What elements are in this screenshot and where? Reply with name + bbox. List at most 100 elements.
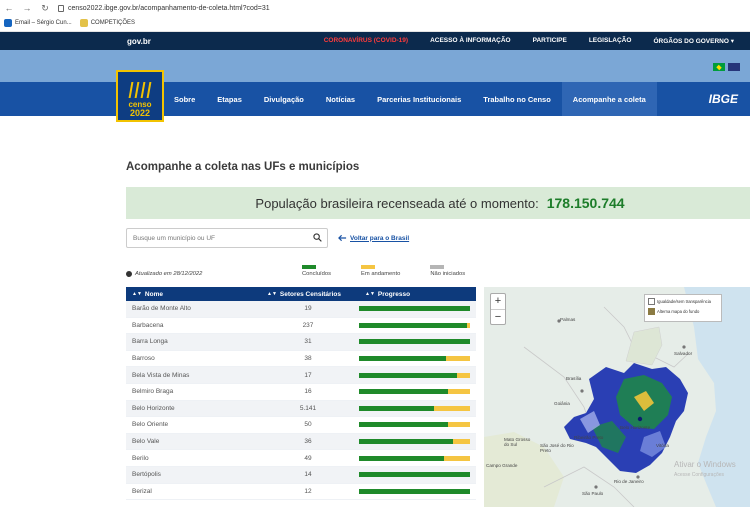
windows-activation-watermark: Ativar o Windows Acesse Configurações — [674, 460, 736, 478]
map-label-ribeirao-preto: Ribeirão Preto — [574, 435, 604, 440]
bookmark-email[interactable]: Email – Sérgio Cun... — [4, 19, 72, 27]
uk-flag-icon[interactable] — [728, 63, 740, 71]
sector-count: 17 — [304, 371, 312, 379]
basemap-thumbnail-icon[interactable] — [648, 308, 655, 315]
table-row[interactable]: Belo Vale 36 — [126, 433, 476, 451]
table-row[interactable]: Barroso 38 — [126, 351, 476, 368]
legend-swatch-concluidos — [302, 265, 316, 269]
table-header: ▲▼ Nome ▲▼ Setores Censitários ▲▼ Progresso — [126, 287, 476, 301]
covid-link[interactable]: CORONAVÍRUS (COVID-19) — [324, 37, 408, 45]
progress-cell — [357, 356, 476, 362]
brazil-flag-icon[interactable] — [713, 63, 725, 71]
nav-divulgacao[interactable]: Divulgação — [253, 82, 315, 116]
censo-logo[interactable]: censo 2022 — [116, 70, 164, 122]
map-label-sao-jose-do-rio-preto: São José do Rio Preto — [540, 443, 574, 453]
municipality-name: Barbacena — [132, 321, 164, 329]
sector-count: 38 — [304, 355, 312, 363]
progress-bar — [359, 339, 470, 345]
legislacao-link[interactable]: LEGISLAÇÃO — [589, 37, 632, 45]
map-label-campo-grande: Campo Grande — [486, 463, 518, 468]
table-row[interactable]: Barra Longa 31 — [126, 334, 476, 351]
lock-icon — [58, 4, 64, 12]
progress-cell — [357, 439, 476, 445]
legend-concluidos: Concluídos — [302, 265, 331, 277]
legend-swatch-em-andamento — [361, 265, 376, 269]
progress-bar — [359, 372, 470, 378]
legend-swatch-nao-iniciados — [430, 265, 445, 269]
progress-cell — [357, 405, 476, 411]
progress-bar — [359, 439, 470, 445]
map-label-belo-horizonte: Belo Horizonte — [620, 425, 651, 430]
search-input[interactable] — [133, 234, 311, 242]
access-info-link[interactable]: ACESSO À INFORMAÇÃO — [430, 37, 511, 45]
back-to-brazil-link[interactable]: Voltar para o Brasil — [338, 234, 409, 242]
progress-bar — [359, 306, 470, 312]
table-row[interactable]: Barão de Monte Alto 19 — [126, 301, 476, 318]
updated-date: Atualizado em 28/12/2022 — [126, 271, 202, 277]
progress-done — [359, 472, 470, 478]
progress-bar — [359, 389, 470, 395]
reload-icon[interactable]: ↻ — [40, 3, 50, 14]
sort-name-header[interactable]: ▲▼ Nome — [126, 291, 259, 298]
table-row[interactable]: Barbacena 237 — [126, 318, 476, 335]
zoom-out-button[interactable]: − — [491, 309, 505, 324]
legend-em-andamento: Em andamento — [361, 265, 400, 277]
progress-done — [359, 306, 470, 312]
progress-done — [359, 422, 448, 428]
legend-nao-iniciados: Não iniciados — [430, 265, 465, 277]
sector-count: 31 — [304, 338, 312, 346]
nav-etapas[interactable]: Etapas — [206, 82, 253, 116]
progress-done — [359, 439, 454, 445]
table-row[interactable]: Belmiro Braga 16 — [126, 384, 476, 401]
progress-done — [359, 389, 448, 395]
search-icon[interactable] — [313, 233, 322, 242]
progress-in-progress — [456, 372, 470, 378]
municipality-name: Belo Vale — [132, 438, 160, 446]
sort-icon: ▲▼ — [267, 291, 277, 297]
sort-sectors-header[interactable]: ▲▼ Setores Censitários — [259, 291, 357, 298]
nav-sobre[interactable]: Sobre — [163, 82, 206, 116]
folder-icon — [79, 19, 88, 27]
transparency-toggle[interactable]: Igualdade/sem transparência — [648, 298, 718, 305]
search-box — [126, 228, 328, 248]
table-row[interactable]: Belo Horizonte 5.141 — [126, 400, 476, 418]
url-text: censo2022.ibge.gov.br/acompanhamento-de-… — [68, 4, 270, 12]
progress-bar — [359, 455, 470, 461]
table-row[interactable]: Belo Oriente 50 — [126, 417, 476, 434]
nav-acompanhe[interactable]: Acompanhe a coleta — [561, 82, 657, 116]
nav-noticias[interactable]: Notícias — [315, 82, 366, 116]
progress-done — [359, 322, 467, 328]
basemap-toggle[interactable]: Alterna mapa do fundo — [648, 308, 718, 315]
progress-bar — [359, 422, 470, 428]
sort-icon: ▲▼ — [365, 291, 375, 297]
progress-in-progress — [434, 405, 470, 411]
table-row[interactable]: Berizal 12 — [126, 484, 476, 501]
table-row[interactable]: Bela Vista de Minas 17 — [126, 367, 476, 384]
tally-icon — [128, 82, 152, 98]
forward-icon[interactable]: → — [22, 3, 32, 13]
back-icon[interactable]: ← — [4, 3, 14, 13]
bookmark-competicoes[interactable]: COMPETIÇÕES — [79, 19, 135, 27]
zoom-in-button[interactable]: + — [491, 294, 505, 309]
municipality-name: Berilo — [132, 454, 149, 462]
progress-cell — [357, 472, 476, 478]
nav-trabalho[interactable]: Trabalho no Censo — [472, 82, 562, 116]
map-label-palmas: Palmas — [560, 317, 576, 322]
orgaos-menu[interactable]: ÓRGÃOS DO GOVERNO ▾ — [653, 37, 734, 45]
progress-bar — [359, 488, 470, 494]
page-title: Acompanhe a coleta nas UFs e municípios — [126, 161, 360, 173]
table-row[interactable]: Bertópolis 14 — [126, 466, 476, 484]
transparency-checkbox[interactable] — [648, 298, 655, 305]
govbr-logo[interactable]: gov.br — [127, 37, 151, 46]
ibge-logo[interactable]: IBGE — [709, 92, 738, 106]
municipality-name: Belmiro Braga — [132, 388, 174, 396]
table-row[interactable]: Berilo 49 — [126, 450, 476, 467]
address-bar[interactable]: censo2022.ibge.gov.br/acompanhamento-de-… — [58, 4, 270, 12]
progress-bar — [359, 405, 470, 411]
map-label-brasilia: Brasília — [566, 376, 582, 381]
sector-count: 14 — [304, 471, 312, 479]
nav-parcerias[interactable]: Parcerias Institucionais — [366, 82, 472, 116]
sector-count: 12 — [304, 487, 312, 495]
sort-progress-header[interactable]: ▲▼ Progresso — [357, 291, 476, 298]
participe-link[interactable]: PARTICIPE — [533, 37, 567, 45]
